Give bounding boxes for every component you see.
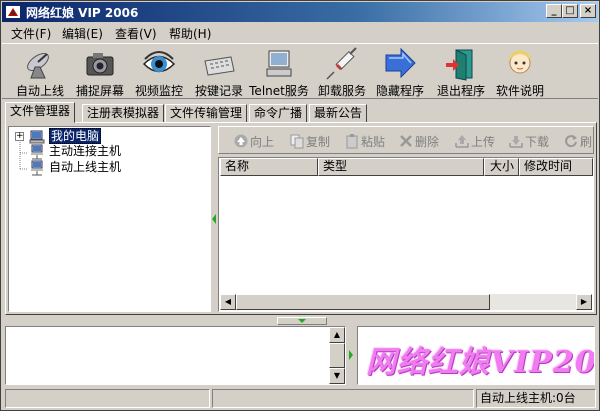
menu-help[interactable]: 帮助(H) <box>169 25 211 42</box>
menu-file[interactable]: 文件(F) <box>11 25 51 42</box>
satellite-dish-icon <box>27 53 49 79</box>
tab-command-broadcast[interactable]: 命令广播 <box>249 104 308 123</box>
telnet-computer-icon <box>266 50 292 77</box>
tab-strip: 文件管理器 注册表模拟器 文件传输管理 命令广播 最新公告 <box>5 102 597 123</box>
software-help-button[interactable]: 软件说明 <box>488 46 552 98</box>
scroll-thumb[interactable] <box>329 343 345 368</box>
scroll-down-button[interactable]: ▼ <box>329 368 345 384</box>
tree-lines <box>19 142 28 170</box>
tab-latest-notice[interactable]: 最新公告 <box>309 104 368 123</box>
menu-edit[interactable]: 编辑(E) <box>62 25 103 42</box>
bottom-splitter[interactable] <box>347 326 355 385</box>
menu-view[interactable]: 查看(V) <box>115 25 157 42</box>
main-window: 网络红娘 VIP 2006 _ □ × 文件(F) 编辑(E) 查看(V) 帮助… <box>0 0 600 411</box>
girl-face-icon <box>509 50 531 74</box>
column-name[interactable]: 名称 <box>220 158 318 176</box>
splitter-arrow-icon <box>298 319 306 323</box>
toolbar-label: 软件说明 <box>495 84 544 98</box>
keyboard-icon <box>204 56 235 76</box>
download-icon <box>509 136 523 148</box>
blue-arrow-icon <box>385 47 416 79</box>
banner-logo-text: 网络红娘VIP2006 <box>366 345 595 380</box>
title-bar[interactable]: 网络红娘 VIP 2006 _ □ × <box>2 2 598 22</box>
menu-bar: 文件(F) 编辑(E) 查看(V) 帮助(H) <box>2 23 598 42</box>
scroll-right-button[interactable]: ▶ <box>576 294 592 310</box>
scroll-left-button[interactable]: ◀ <box>220 294 236 310</box>
tab-file-manager[interactable]: 文件管理器 <box>5 102 76 123</box>
tab-file-transfer[interactable]: 文件传输管理 <box>165 104 248 123</box>
status-panel-1 <box>5 389 210 408</box>
file-pane: 向上 复制 粘贴 删除 上传 下载 刷 名称 类型 大小 修改时间 ◀ ▶ <box>218 126 594 312</box>
refresh-button[interactable]: 刷 <box>563 133 592 150</box>
maximize-button[interactable]: □ <box>562 4 578 18</box>
exit-door-icon <box>446 49 473 81</box>
splitter-arrow-icon <box>349 350 353 360</box>
paste-icon <box>346 134 358 149</box>
status-panel-2 <box>212 389 474 408</box>
syringe-icon <box>326 47 357 80</box>
app-icon <box>6 6 20 18</box>
up-button[interactable]: 向上 <box>233 133 274 150</box>
upload-icon <box>455 135 469 148</box>
delete-button[interactable]: 删除 <box>398 133 439 150</box>
refresh-icon <box>565 135 577 148</box>
tab-registry-simulator[interactable]: 注册表模拟器 <box>82 104 165 123</box>
window-title: 网络红娘 VIP 2006 <box>26 6 139 20</box>
log-output[interactable]: ▲ ▼ <box>5 326 346 385</box>
horizontal-splitter[interactable] <box>277 317 327 325</box>
scroll-up-button[interactable]: ▲ <box>329 327 345 343</box>
camera-icon <box>86 53 114 76</box>
column-size[interactable]: 大小 <box>484 158 519 176</box>
copy-icon <box>290 134 304 149</box>
upload-button[interactable]: 上传 <box>454 133 495 150</box>
main-toolbar: 自动上线 捕捉屏幕 视频监控 按键记录 Telnet服务 卸载服务 隐藏程序 退… <box>2 43 598 99</box>
download-button[interactable]: 下载 <box>508 133 549 150</box>
file-toolbar: 向上 复制 粘贴 删除 上传 下载 刷 <box>218 126 594 154</box>
splitter-arrow-icon <box>212 214 216 224</box>
minimize-button[interactable]: _ <box>546 4 562 18</box>
delete-icon <box>400 135 412 147</box>
column-modified[interactable]: 修改时间 <box>519 158 593 176</box>
horizontal-scrollbar[interactable]: ◀ ▶ <box>220 294 592 310</box>
close-button[interactable]: × <box>580 4 596 18</box>
tree-node-auto-online-hosts[interactable]: 自动上线主机 <box>49 160 121 176</box>
tree-node-my-computer[interactable]: 我的电脑 <box>49 128 102 144</box>
status-online-count: 自动上线主机:0台 <box>476 389 596 408</box>
scroll-thumb[interactable] <box>236 294 490 310</box>
up-arrow-icon <box>234 134 248 148</box>
status-bar: 自动上线主机:0台 <box>2 389 598 409</box>
file-list[interactable]: 名称 类型 大小 修改时间 ◀ ▶ <box>218 157 594 312</box>
tree-node-active-hosts[interactable]: 主动连接主机 <box>49 144 121 160</box>
eye-icon <box>142 51 176 73</box>
paste-button[interactable]: 粘贴 <box>344 133 385 150</box>
column-type[interactable]: 类型 <box>318 158 484 176</box>
host-tree[interactable]: + 我的电脑 主动连接主机 自动上线主机 <box>8 126 211 312</box>
copy-button[interactable]: 复制 <box>289 133 330 150</box>
telnet-service-button[interactable]: Telnet服务 <box>247 46 311 98</box>
vertical-splitter[interactable] <box>211 126 218 312</box>
vertical-scrollbar[interactable]: ▲ ▼ <box>329 327 345 384</box>
brand-banner: 网络红娘VIP2006 <box>357 326 595 385</box>
